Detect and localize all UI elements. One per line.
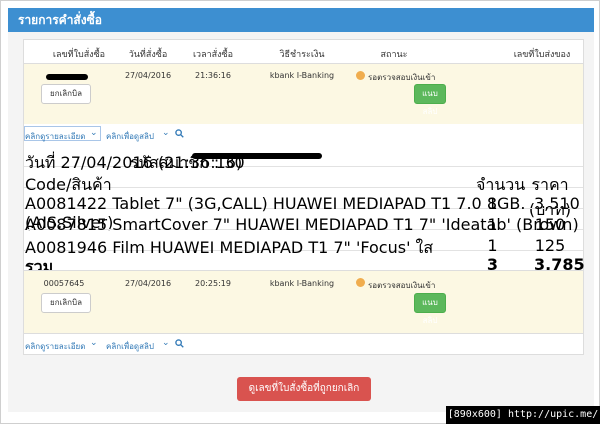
- cancel-order-button[interactable]: ยกเลิกบิล: [41, 84, 91, 104]
- order-links: คลิกดูรายละเอียด ⌄ คลิกเพื่อดูสลิป ⌄: [24, 333, 583, 354]
- detail-header-row: Code/สินค้า จำนวน ราคา (บาท): [24, 167, 583, 219]
- view-cancelled-orders-button[interactable]: ดูเลขที่ใบสั่งซื้อที่ถูกยกเลิก: [237, 377, 371, 401]
- payment-method: kbank I-Banking: [269, 71, 335, 80]
- col-payment: วิธีชำระเงิน: [279, 50, 325, 60]
- orders-table-header: เลขที่ใบสั่งซื้อ วันที่สั่งซื้อ เวลาสั่ง…: [24, 40, 583, 64]
- view-slip-link[interactable]: คลิกเพื่อดูสลิป: [106, 130, 154, 143]
- orders-card: เลขที่ใบสั่งซื้อ วันที่สั่งซื้อ เวลาสั่ง…: [23, 39, 585, 355]
- status-dot-icon: [356, 278, 365, 287]
- order-status: รอตรวจสอบเงินเข้า: [368, 281, 436, 290]
- redacted-member-info: [192, 153, 322, 159]
- order-links: คลิกดูรายละเอียด ⌄ คลิกเพื่อดูสลิป ⌄: [24, 124, 583, 145]
- order-time: 20:25:19: [195, 279, 231, 288]
- search-icon[interactable]: [175, 339, 184, 348]
- col-order-no: เลขที่ใบสั่งซื้อ: [52, 50, 106, 60]
- detail-summary: วันที่ 27/04/2016 (21:36:16) รหัสสมาชิก …: [24, 145, 583, 172]
- order-time: 21:36:16: [195, 71, 231, 80]
- detail-item-row: A0087815 SmartCover 7" HUAWEI MEDIAPAD T…: [24, 209, 583, 234]
- watermark: [890x600] http://upic.me/: [446, 406, 600, 424]
- detail-item-row: A0081946 Film HUAWEI MEDIAPAD T1 7" 'Foc…: [24, 230, 583, 257]
- page-frame: รายการคำสั่งซื้อ เลขที่ใบสั่งซื้อ วันที่…: [0, 0, 600, 424]
- page-title: รายการคำสั่งซื้อ: [18, 13, 102, 27]
- attach-slip-button[interactable]: แนบสลิป: [414, 84, 446, 116]
- panel-header: รายการคำสั่งซื้อ: [8, 8, 594, 32]
- attach-slip-button[interactable]: แนบสลิป: [414, 293, 446, 325]
- cancel-order-button[interactable]: ยกเลิกบิล: [41, 293, 91, 313]
- detail-item-row: A0081422 Tablet 7" (3G,CALL) HUAWEI MEDI…: [24, 188, 583, 232]
- col-order-time: เวลาสั่งซื้อ: [192, 50, 234, 60]
- order-row: 27/04/2016 21:36:16 kbank I-Banking รอตร…: [24, 64, 583, 124]
- chevron-down-icon[interactable]: ⌄: [162, 128, 170, 138]
- col-status: สถานะ: [380, 50, 408, 60]
- payment-method: kbank I-Banking: [269, 279, 335, 288]
- redacted-order-no: [46, 74, 88, 80]
- order-row: 00057645 27/04/2016 20:25:19 kbank I-Ban…: [24, 270, 583, 333]
- chevron-down-icon[interactable]: ⌄: [90, 338, 98, 348]
- detail-total-row: รวม 3 3,785: [24, 251, 585, 276]
- view-details-link[interactable]: คลิกดูรายละเอียด: [25, 130, 85, 143]
- chevron-down-icon[interactable]: ⌄: [162, 338, 170, 348]
- order-date: 27/04/2016: [124, 279, 172, 288]
- order-date: 27/04/2016: [124, 71, 172, 80]
- col-delivery-no: เลขที่ใบส่งของ: [513, 50, 571, 60]
- order-status: รอตรวจสอบเงินเข้า: [368, 73, 436, 82]
- chevron-down-icon[interactable]: ⌄: [90, 128, 98, 138]
- search-icon[interactable]: [175, 129, 184, 138]
- order-number: 00057645: [43, 279, 85, 288]
- view-details-link[interactable]: คลิกดูรายละเอียด: [25, 340, 85, 353]
- col-order-date: วันที่สั่งซื้อ: [128, 50, 168, 60]
- status-dot-icon: [356, 71, 365, 80]
- view-slip-link[interactable]: คลิกเพื่อดูสลิป: [106, 340, 154, 353]
